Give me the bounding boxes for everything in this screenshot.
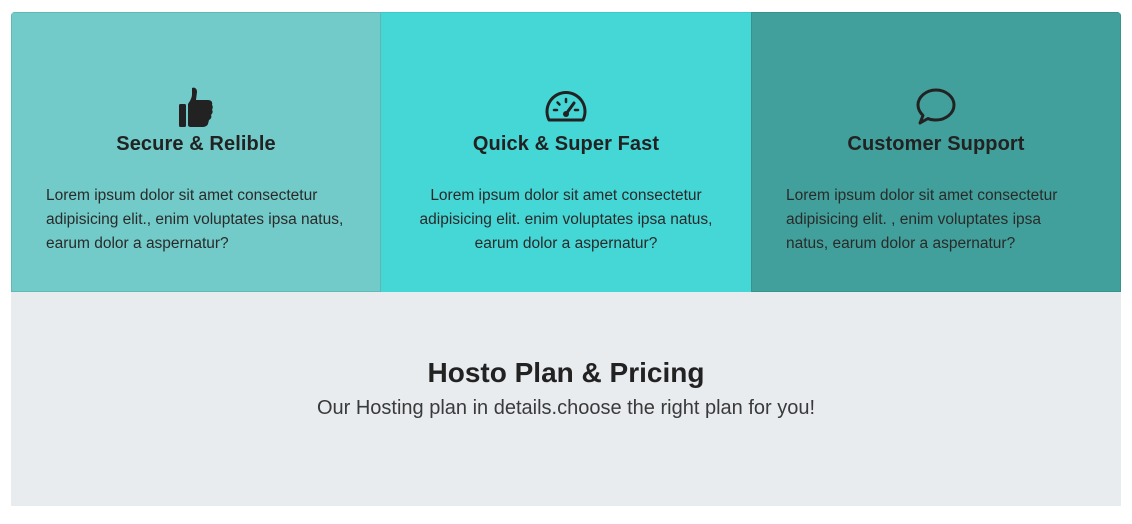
feature-description: Lorem ipsum dolor sit amet consectetur a… bbox=[46, 187, 344, 252]
feature-description: Lorem ipsum dolor sit amet consectetur a… bbox=[419, 187, 713, 252]
pricing-section: Hosto Plan & Pricing Our Hosting plan in… bbox=[11, 292, 1121, 506]
pricing-subtitle: Our Hosting plan in details.choose the r… bbox=[316, 397, 816, 419]
feature-title: Customer Support bbox=[847, 133, 1025, 155]
feature-title: Quick & Super Fast bbox=[472, 133, 660, 155]
feature-card-secure: Secure & Relible Lorem ipsum dolor sit a… bbox=[11, 12, 381, 292]
feature-card-fast: Quick & Super Fast Lorem ipsum dolor sit… bbox=[381, 12, 751, 292]
feature-title: Secure & Relible bbox=[116, 133, 276, 155]
page-content: Secure & Relible Lorem ipsum dolor sit a… bbox=[11, 12, 1121, 506]
features-row: Secure & Relible Lorem ipsum dolor sit a… bbox=[11, 12, 1121, 292]
feature-description: Lorem ipsum dolor sit amet consectetur a… bbox=[786, 187, 1058, 252]
chat-bubble-icon bbox=[914, 85, 958, 129]
feature-card-support: Customer Support Lorem ipsum dolor sit a… bbox=[751, 12, 1121, 292]
pricing-title: Hosto Plan & Pricing bbox=[427, 357, 705, 388]
thumbs-up-icon bbox=[174, 85, 218, 129]
speedometer-icon bbox=[544, 85, 588, 129]
